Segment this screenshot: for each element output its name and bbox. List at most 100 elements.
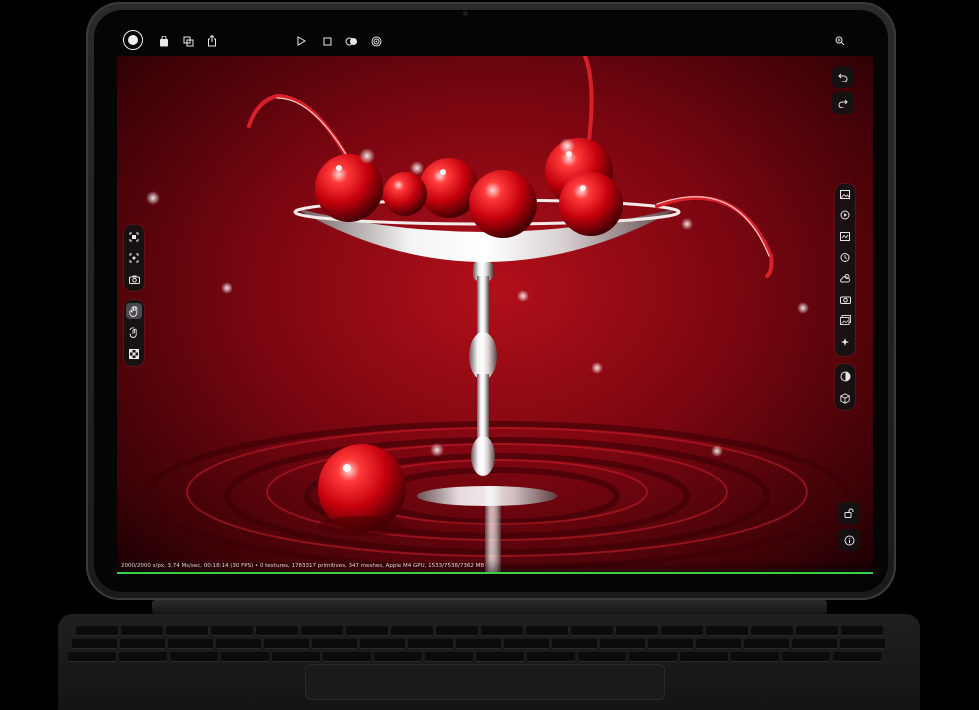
- zoom-icon[interactable]: [832, 33, 848, 49]
- camera-button[interactable]: [126, 271, 142, 287]
- key: [751, 626, 793, 636]
- key: [391, 626, 433, 636]
- shading-button[interactable]: [837, 368, 853, 384]
- key: [833, 652, 881, 662]
- key: [121, 626, 163, 636]
- image-button[interactable]: [837, 186, 853, 202]
- export-icon[interactable]: [180, 33, 196, 49]
- hand-button[interactable]: [126, 303, 142, 319]
- key: [68, 652, 116, 662]
- key: [796, 626, 838, 636]
- camera-icon: [128, 275, 140, 284]
- key: [312, 639, 357, 649]
- timer-icon: [840, 253, 850, 262]
- render-progress-fill: [117, 572, 873, 574]
- undo-button[interactable]: [832, 66, 854, 88]
- weather-icon: [839, 274, 850, 283]
- key: [744, 639, 789, 649]
- key: [504, 639, 549, 649]
- key: [782, 652, 830, 662]
- key: [552, 639, 597, 649]
- key: [600, 639, 645, 649]
- record-button[interactable]: [123, 30, 143, 50]
- key: [436, 626, 478, 636]
- record-icon: [128, 35, 138, 45]
- render-image: [144, 56, 850, 574]
- key: [72, 639, 117, 649]
- bag-icon[interactable]: [156, 33, 172, 49]
- trackpad: [305, 664, 665, 700]
- key: [216, 639, 261, 649]
- key: [221, 652, 269, 662]
- key: [408, 639, 453, 649]
- redo-icon: [838, 99, 848, 108]
- target-icon[interactable]: [368, 33, 384, 49]
- key: [119, 652, 167, 662]
- timer-button[interactable]: [837, 249, 853, 265]
- image-icon: [840, 189, 850, 199]
- checker-icon: [129, 349, 139, 359]
- key: [360, 639, 405, 649]
- texture-button[interactable]: [837, 228, 853, 244]
- render-button[interactable]: [837, 207, 853, 223]
- key: [168, 639, 213, 649]
- rotate-hand-button[interactable]: [126, 324, 142, 340]
- key: [120, 639, 165, 649]
- toggle-view-icon[interactable]: [343, 33, 359, 49]
- key: [527, 652, 575, 662]
- rotate-hand-icon: [129, 326, 137, 338]
- key: [706, 626, 748, 636]
- camera-settings-button[interactable]: [837, 291, 853, 307]
- render-viewport[interactable]: 2000/2000 s/px, 3.74 Ms/sec, 00:18:14 (3…: [117, 56, 873, 574]
- key: [456, 639, 501, 649]
- key: [170, 652, 218, 662]
- key-row: [72, 639, 885, 649]
- key: [526, 626, 568, 636]
- cube-icon: [840, 392, 850, 404]
- render-progress-track: [117, 572, 873, 574]
- hand-icon: [129, 305, 138, 317]
- key: [840, 639, 885, 649]
- key-row: [68, 652, 881, 662]
- key: [648, 639, 693, 649]
- key: [481, 626, 523, 636]
- render-icon: [840, 210, 850, 220]
- frame-select-button[interactable]: [126, 229, 142, 245]
- checker-button[interactable]: [126, 346, 142, 362]
- info-button[interactable]: [838, 529, 860, 551]
- key: [76, 626, 118, 636]
- stop-icon[interactable]: [319, 33, 335, 49]
- key: [272, 652, 320, 662]
- lock-button[interactable]: [838, 502, 860, 524]
- redo-button[interactable]: [832, 92, 854, 114]
- key: [425, 652, 473, 662]
- key: [323, 652, 371, 662]
- sparkle-icon: [841, 338, 849, 346]
- focus-button[interactable]: [126, 250, 142, 266]
- sparkle-button[interactable]: [837, 334, 853, 350]
- key: [166, 626, 208, 636]
- key: [301, 626, 343, 636]
- gallery-button[interactable]: [837, 312, 853, 328]
- key: [841, 626, 883, 636]
- key: [578, 652, 626, 662]
- share-icon[interactable]: [204, 33, 220, 49]
- key: [571, 626, 613, 636]
- key: [696, 639, 741, 649]
- play-icon[interactable]: [293, 33, 309, 49]
- gallery-icon: [839, 315, 851, 325]
- key: [680, 652, 728, 662]
- key: [346, 626, 388, 636]
- weather-button[interactable]: [837, 270, 853, 286]
- cube-button[interactable]: [837, 390, 853, 406]
- texture-icon: [840, 231, 850, 241]
- key: [629, 652, 677, 662]
- key: [256, 626, 298, 636]
- undo-icon: [838, 73, 848, 82]
- key: [792, 639, 837, 649]
- focus-icon: [129, 253, 139, 263]
- keyboard-hinge: [152, 600, 827, 614]
- key-row: [76, 626, 883, 636]
- camera-settings-icon: [839, 296, 851, 304]
- front-camera: [463, 11, 468, 16]
